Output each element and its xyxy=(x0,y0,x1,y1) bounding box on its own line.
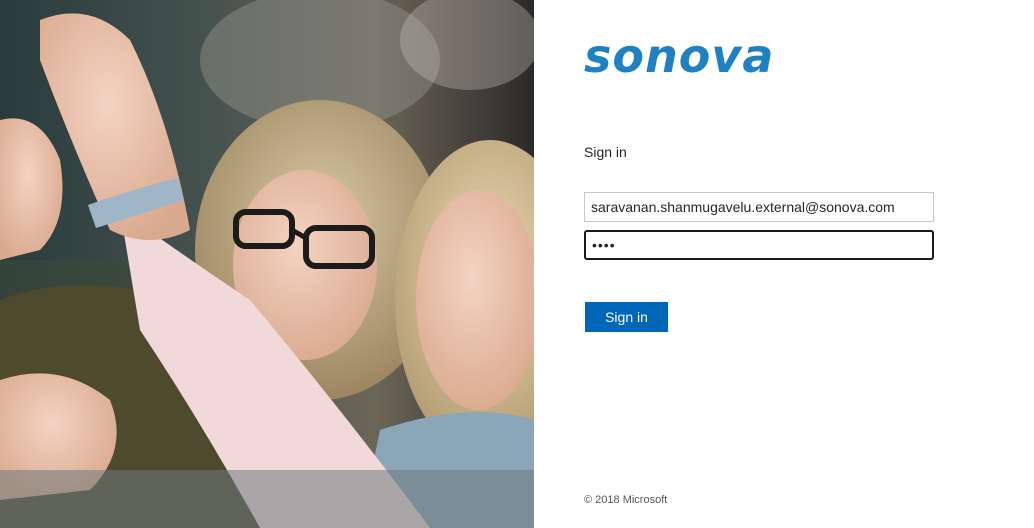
password-input[interactable] xyxy=(584,230,934,260)
copyright-text: © 2018 Microsoft xyxy=(584,494,668,506)
illustration-photo xyxy=(0,0,534,528)
email-input[interactable] xyxy=(584,192,934,222)
signin-heading: Sign in xyxy=(584,144,627,160)
signin-page: sonova Sign in Sign in © 2018 Microsoft xyxy=(0,0,1034,528)
sonova-logo: sonova xyxy=(584,29,775,83)
signin-panel: sonova Sign in Sign in © 2018 Microsoft xyxy=(534,0,1034,528)
signin-button[interactable]: Sign in xyxy=(585,302,668,332)
photo-two-women-icon xyxy=(0,0,534,528)
